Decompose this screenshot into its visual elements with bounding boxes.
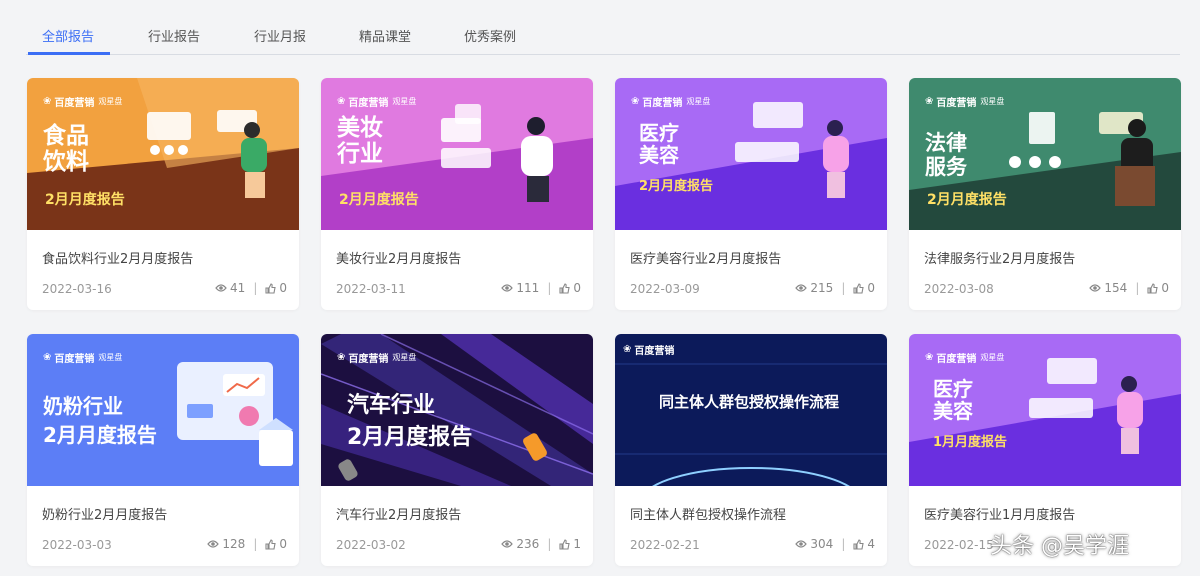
like-count: 0 <box>279 281 287 295</box>
card-title[interactable]: 同主体人群包授权操作流程 <box>630 504 786 523</box>
card-stats: 41 | 0 <box>215 281 287 295</box>
like-count: 0 <box>1161 281 1169 295</box>
thumbs-up-icon[interactable] <box>265 282 277 294</box>
card-banner: ❀ 百度营销 同主体人群包授权操作流程 <box>615 334 887 486</box>
view-count: 154 <box>1104 281 1128 295</box>
card-stats: 236 | 1 <box>501 537 581 551</box>
card-title[interactable]: 医疗美容行业2月月度报告 <box>630 248 781 267</box>
like-count: 0 <box>867 281 875 295</box>
eye-icon <box>795 540 808 548</box>
brand-logo: ❀ 百度营销 观星盘 <box>925 96 1005 109</box>
eye-icon <box>501 540 514 548</box>
watermark: 头条 @吴学涯 <box>990 534 1129 559</box>
banner-title: 同主体人群包授权操作流程 <box>659 393 840 411</box>
brand-logo: ❀ 百度营销 观星盘 <box>43 96 123 109</box>
thumbs-up-icon[interactable] <box>853 282 865 294</box>
thumbs-up-icon[interactable] <box>559 282 571 294</box>
card-title[interactable]: 医疗美容行业1月月度报告 <box>924 504 1075 523</box>
view-count: 111 <box>516 281 540 295</box>
card-banner: ❀ 百度营销 观星盘 医疗 美容 1月月度报告 <box>909 334 1181 486</box>
card-date: 2022-03-16 <box>42 282 112 296</box>
like-count: 0 <box>573 281 581 295</box>
tab-excellent-cases[interactable]: 优秀案例 <box>464 26 516 45</box>
card-date: 2022-03-02 <box>336 538 406 552</box>
tab-all-reports[interactable]: 全部报告 <box>42 26 94 45</box>
eye-icon <box>215 284 227 292</box>
brand-logo: ❀ 百度营销 观星盘 <box>43 352 123 365</box>
card-banner: ❀ 百度营销 观星盘 医疗 美容 2月月度报告 <box>615 78 887 230</box>
banner-month-label: 1月月度报告 <box>933 435 1008 450</box>
card-banner: ❀ 百度营销 观星盘 奶粉行业 2月月度报告 <box>27 334 299 486</box>
eye-icon <box>1089 284 1102 292</box>
tab-industry-monthly[interactable]: 行业月报 <box>254 26 306 45</box>
active-tab-indicator <box>28 52 110 55</box>
banner-month-label: 2月月度报告 <box>927 192 1007 208</box>
card-date: 2022-03-09 <box>630 282 700 296</box>
banner-month-label: 2月月度报告 <box>45 192 125 208</box>
report-card-medical[interactable]: ❀ 百度营销 观星盘 医疗 美容 2月月度报告 医疗美容行业2月月度报告 2022-0… <box>615 78 887 310</box>
like-count: 4 <box>867 537 875 551</box>
thumbs-up-icon[interactable] <box>853 538 865 550</box>
tab-bar: 全部报告 行业报告 行业月报 精品课堂 优秀案例 <box>0 0 1200 56</box>
like-count: 1 <box>573 537 581 551</box>
eye-icon <box>795 284 808 292</box>
brand-logo: ❀ 百度营销 观星盘 <box>925 352 1005 365</box>
card-title[interactable]: 食品饮料行业2月月度报告 <box>42 248 193 267</box>
eye-icon <box>207 540 220 548</box>
view-count: 215 <box>810 281 834 295</box>
brand-logo: ❀ 百度营销 <box>623 344 675 357</box>
card-stats: 111 | 0 <box>501 281 581 295</box>
card-stats: 154 | 0 <box>1089 281 1169 295</box>
card-date: 2022-03-03 <box>42 538 112 552</box>
card-banner: ❀ 百度营销 观星盘 食品 饮料 2月月度报告 <box>27 78 299 230</box>
report-card-authorization[interactable]: ❀ 百度营销 同主体人群包授权操作流程 同主体人群包授权操作流程 2022-02-… <box>615 334 887 566</box>
tab-premium-class[interactable]: 精品课堂 <box>359 26 411 45</box>
card-title[interactable]: 法律服务行业2月月度报告 <box>924 248 1075 267</box>
tab-divider <box>26 54 1180 55</box>
banner-title: 法律 服务 <box>925 131 967 179</box>
banner-title: 医疗 美容 <box>639 121 679 168</box>
eye-icon <box>501 284 514 292</box>
report-card-law[interactable]: ❀ 百度营销 观星盘 法律 服务 2月月度报告 法律服务行业2月月度报告 2022-0… <box>909 78 1181 310</box>
view-count: 128 <box>222 537 246 551</box>
banner-title: 汽车行业 2月月度报告 <box>347 393 473 450</box>
card-stats: 128 | 0 <box>207 537 287 551</box>
report-card-beauty[interactable]: ❀ 百度营销 观星盘 美妆 行业 2月月度报告 美妆行业2月月度报告 2022-03-… <box>321 78 593 310</box>
card-banner: ❀ 百度营销 观星盘 法律 服务 2月月度报告 <box>909 78 1181 230</box>
brand-logo: ❀ 百度营销 观星盘 <box>337 352 417 365</box>
banner-title: 食品 饮料 <box>43 123 89 175</box>
report-card-milk[interactable]: ❀ 百度营销 观星盘 奶粉行业 2月月度报告 奶粉行业2月月度报告 2022-03-0… <box>27 334 299 566</box>
card-title[interactable]: 奶粉行业2月月度报告 <box>42 504 167 523</box>
card-date: 2022-02-15 <box>924 538 994 552</box>
card-title[interactable]: 美妆行业2月月度报告 <box>336 248 461 267</box>
report-card-auto[interactable]: ❀ 百度营销 观星盘 汽车行业 2月月度报告 汽车行业2月月度报告 2022-03-0… <box>321 334 593 566</box>
card-date: 2022-02-21 <box>630 538 700 552</box>
card-banner: ❀ 百度营销 观星盘 汽车行业 2月月度报告 <box>321 334 593 486</box>
banner-title: 奶粉行业 2月月度报告 <box>43 394 157 447</box>
card-stats: 304 | 4 <box>795 537 875 551</box>
banner-title: 美妆 行业 <box>337 115 383 167</box>
view-count: 304 <box>810 537 834 551</box>
card-title[interactable]: 汽车行业2月月度报告 <box>336 504 461 523</box>
banner-title: 医疗 美容 <box>933 377 973 424</box>
card-banner: ❀ 百度营销 观星盘 美妆 行业 2月月度报告 <box>321 78 593 230</box>
card-date: 2022-03-08 <box>924 282 994 296</box>
brand-logo: ❀ 百度营销 观星盘 <box>337 96 417 109</box>
thumbs-up-icon[interactable] <box>1147 282 1159 294</box>
like-count: 0 <box>279 537 287 551</box>
card-stats: 215 | 0 <box>795 281 875 295</box>
card-date: 2022-03-11 <box>336 282 406 296</box>
view-count: 236 <box>516 537 540 551</box>
view-count: 41 <box>230 281 246 295</box>
thumbs-up-icon[interactable] <box>559 538 571 550</box>
brand-logo: ❀ 百度营销 观星盘 <box>631 96 711 109</box>
banner-month-label: 2月月度报告 <box>339 192 419 208</box>
banner-month-label: 2月月度报告 <box>639 179 714 194</box>
report-card-food[interactable]: ❀ 百度营销 观星盘 食品 饮料 2月月度报告 食品饮料行业2月月度报告 2022-0… <box>27 78 299 310</box>
tab-industry-reports[interactable]: 行业报告 <box>148 26 200 45</box>
thumbs-up-icon[interactable] <box>265 538 277 550</box>
